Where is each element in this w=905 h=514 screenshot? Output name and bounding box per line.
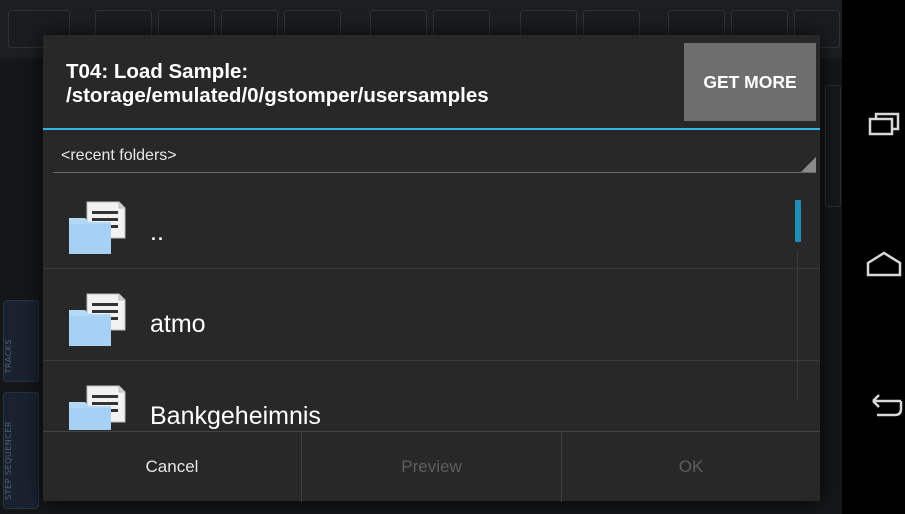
- dialog-title: T04: Load Sample: /storage/emulated/0/gs…: [66, 60, 676, 108]
- folder-document-icon: [69, 293, 126, 346]
- bg-side-tab-step-sequencer: STEP SEQUENCER: [3, 392, 39, 509]
- folder-document-icon: [69, 201, 126, 254]
- bg-right-panel: [825, 85, 841, 207]
- scrollbar-thumb[interactable]: [795, 200, 801, 242]
- dialog-title-path: /storage/emulated/0/gstomper/usersamples: [66, 84, 489, 107]
- row-divider: [43, 360, 820, 361]
- file-name: ..: [150, 218, 164, 246]
- home-button[interactable]: [864, 244, 904, 284]
- back-icon: [872, 394, 903, 417]
- home-icon: [866, 251, 902, 277]
- dropdown-corner-icon: [801, 157, 816, 172]
- preview-button[interactable]: Preview: [302, 432, 561, 502]
- file-list[interactable]: .. atmo Bankgeheimnis: [43, 178, 820, 430]
- file-row-parent[interactable]: ..: [43, 178, 820, 269]
- scrollbar-track: [797, 250, 798, 400]
- bg-side-tab-tracks: TRACKS: [3, 300, 39, 382]
- recent-folders-dropdown[interactable]: <recent folders>: [43, 130, 820, 178]
- load-sample-dialog: T04: Load Sample: /storage/emulated/0/gs…: [43, 35, 820, 502]
- system-navbar: [842, 0, 905, 514]
- dialog-header: T04: Load Sample: /storage/emulated/0/gs…: [43, 35, 820, 128]
- cancel-button[interactable]: Cancel: [43, 432, 301, 502]
- dialog-title-line1: T04: Load Sample:: [66, 60, 249, 83]
- recent-folders-value: <recent folders>: [61, 147, 177, 164]
- recent-apps-button[interactable]: [864, 105, 904, 145]
- row-divider: [43, 268, 820, 269]
- back-button[interactable]: [864, 386, 904, 426]
- dialog-button-bar: Cancel Preview OK: [43, 431, 820, 502]
- file-row-atmo[interactable]: atmo: [43, 270, 820, 361]
- file-row-bankgeheimnis[interactable]: Bankgeheimnis: [43, 362, 820, 430]
- file-name: Bankgeheimnis: [150, 402, 321, 430]
- dropdown-underline: [53, 172, 816, 173]
- file-name: atmo: [150, 310, 206, 338]
- get-more-button[interactable]: GET MORE: [684, 43, 816, 121]
- ok-button[interactable]: OK: [562, 432, 820, 502]
- recent-apps-icon: [868, 112, 900, 136]
- folder-document-icon: [69, 385, 126, 430]
